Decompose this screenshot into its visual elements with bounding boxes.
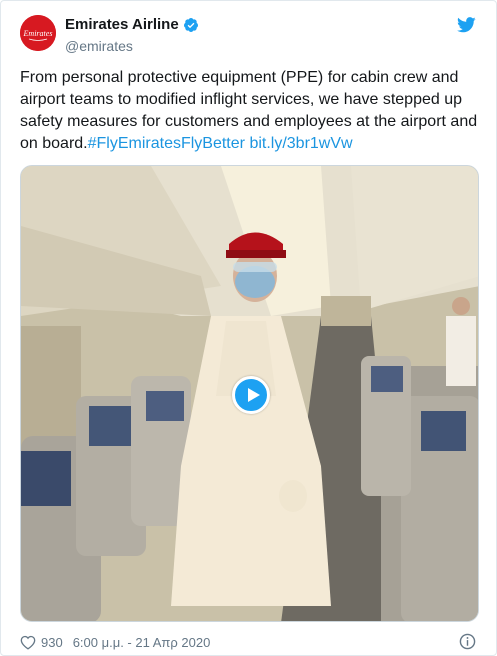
display-name[interactable]: Emirates Airline [65, 16, 179, 33]
avatar[interactable]: Emirates [20, 15, 56, 51]
tweet-text: From personal protective equipment (PPE)… [20, 67, 480, 155]
hashtag-link[interactable]: #FlyEmiratesFlyBetter [88, 135, 245, 152]
play-button[interactable] [232, 376, 270, 414]
tweet-card: Emirates Emirates Airline @emirates From… [0, 0, 497, 656]
handle[interactable]: @emirates [65, 38, 199, 54]
timestamp[interactable]: 6:00 μ.μ. - 21 Απρ 2020 [73, 635, 211, 650]
author-block: Emirates Airline @emirates [65, 15, 199, 54]
video-thumbnail[interactable] [20, 165, 479, 622]
url-link[interactable]: bit.ly/3br1wVw [249, 135, 352, 152]
logo-text: Emirates [23, 29, 53, 38]
name-row: Emirates Airline [65, 15, 199, 34]
heart-icon[interactable] [20, 635, 36, 650]
info-icon[interactable] [459, 633, 476, 650]
twitter-bird-icon[interactable] [457, 17, 476, 33]
verified-badge-icon [183, 17, 198, 32]
tweet-footer: 930 6:00 μ.μ. - 21 Απρ 2020 [20, 633, 210, 651]
emirates-logo-icon: Emirates [20, 15, 56, 51]
like-count[interactable]: 930 [41, 635, 63, 650]
